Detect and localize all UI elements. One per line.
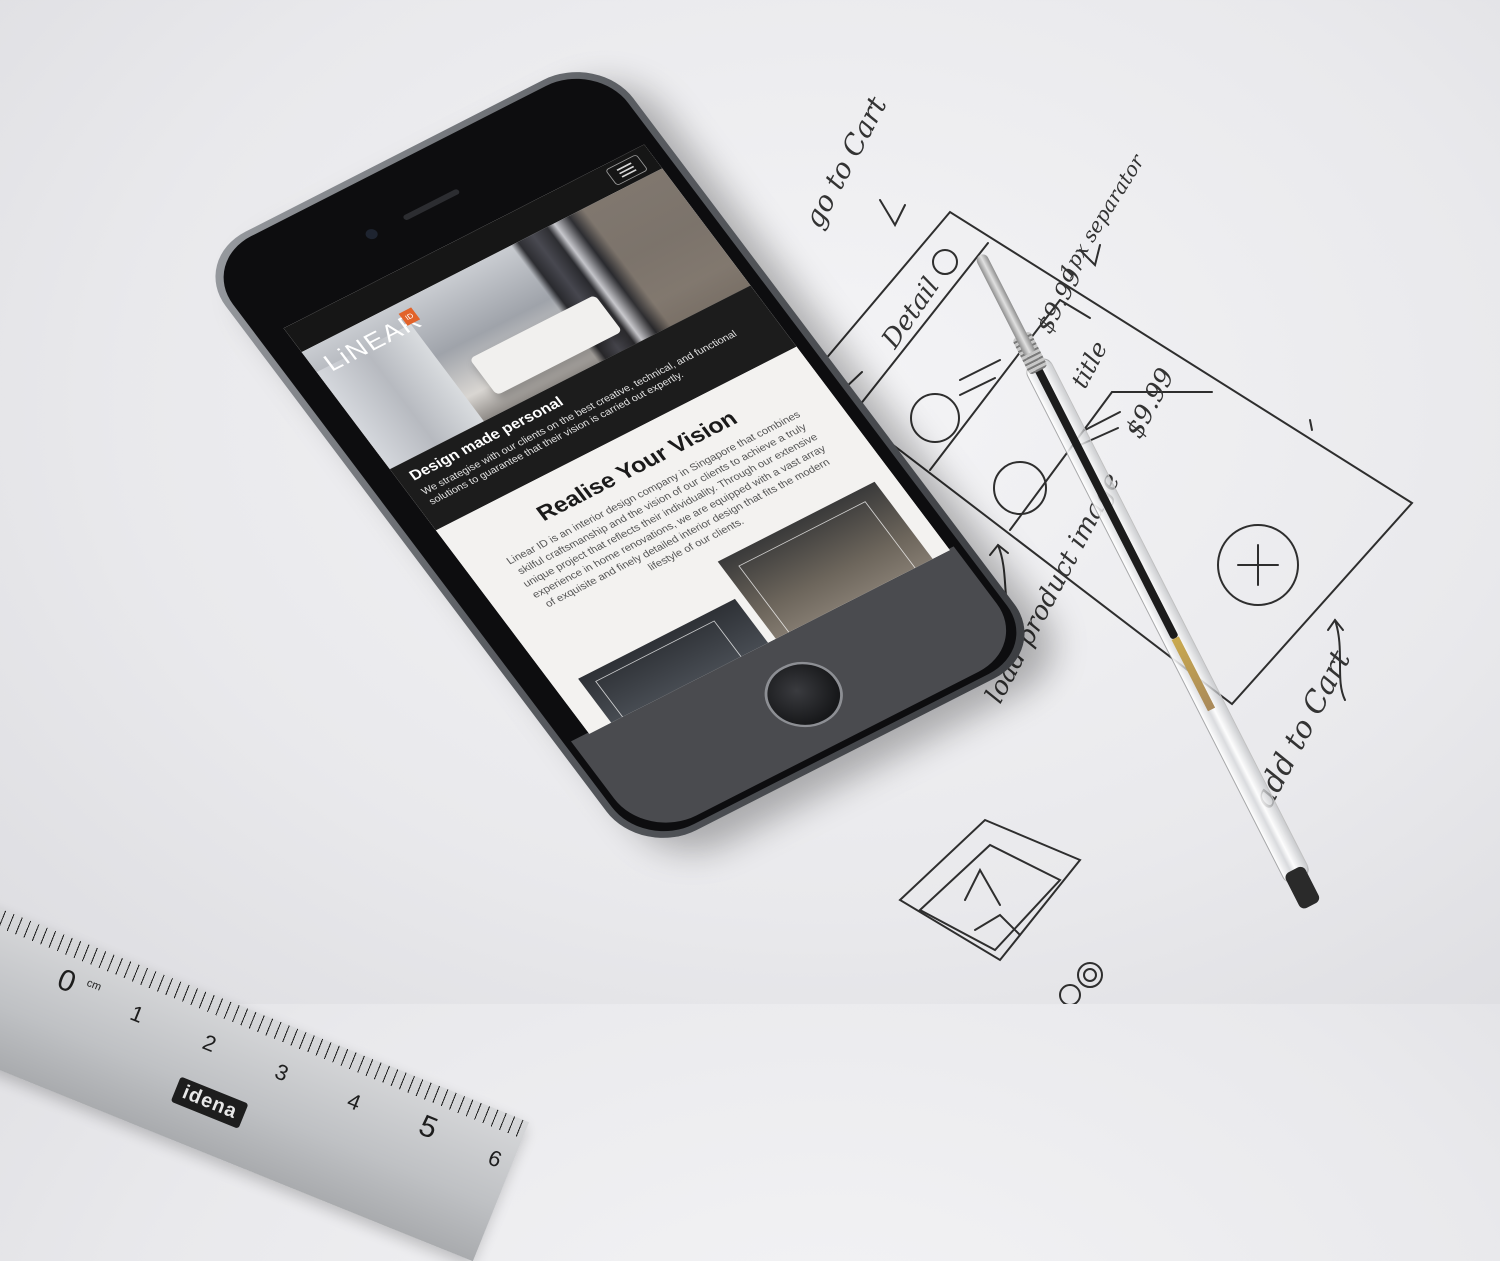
ruler-number: 4 (343, 1087, 365, 1116)
ruler-number: 1 (126, 1000, 148, 1028)
note-separator: 1px separator (1054, 149, 1150, 283)
note-detail: Detail (876, 272, 946, 355)
front-camera (363, 227, 380, 242)
note-price-2: $9.99 (1120, 363, 1181, 443)
ruler-number: 6 (484, 1144, 506, 1173)
photo-scene: go to Cart Detail $9.99 title $9.99 1px … (0, 0, 1500, 1261)
note-go-to-cart: go to Cart (797, 90, 894, 233)
note-price-1: $9.99 (1031, 264, 1088, 338)
note-title: title (1066, 337, 1114, 393)
ruler-number: 3 (271, 1058, 293, 1087)
ruler-brand-label: idena (170, 1076, 249, 1129)
ruler-number: 2 (199, 1029, 220, 1058)
earpiece (402, 188, 461, 221)
